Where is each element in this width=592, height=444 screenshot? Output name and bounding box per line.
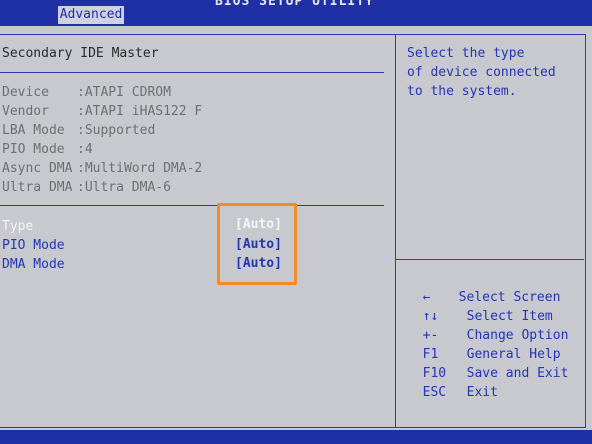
section-underline bbox=[0, 72, 384, 73]
key-action-exit: Exit bbox=[466, 385, 498, 400]
info-value-lba: :Supported bbox=[77, 123, 156, 138]
setting-pio-mode-label[interactable]: PIO Mode bbox=[2, 237, 65, 254]
key-row-exit: ESC Exit bbox=[407, 367, 498, 401]
help-line-3: to the system. bbox=[407, 84, 517, 99]
bottom-strip bbox=[0, 430, 592, 444]
info-label-pio: PIO Mode bbox=[2, 142, 65, 157]
info-label-lba: LBA Mode bbox=[2, 123, 65, 138]
info-label-async-dma: Async DMA bbox=[2, 161, 73, 176]
panel-divider bbox=[395, 34, 396, 428]
tab-advanced[interactable]: Advanced bbox=[58, 6, 124, 24]
info-label-ultra-dma: Ultra DMA bbox=[2, 180, 73, 195]
help-divider bbox=[396, 259, 584, 260]
bios-title: BIOS SETUP UTILITY bbox=[215, 0, 374, 9]
key-esc: ESC bbox=[422, 385, 447, 400]
info-value-vendor: :ATAPI iHAS122 F bbox=[77, 104, 203, 119]
setting-type-label[interactable]: Type bbox=[2, 218, 33, 235]
info-label-vendor: Vendor bbox=[2, 104, 49, 119]
setting-dma-mode-label[interactable]: DMA Mode bbox=[2, 256, 65, 273]
help-line-2: of device connected bbox=[407, 65, 556, 80]
info-label-device: Device bbox=[2, 85, 49, 100]
info-value-ultra-dma: :Ultra DMA-6 bbox=[77, 180, 171, 195]
section-title: Secondary IDE Master bbox=[2, 46, 159, 61]
highlight-box bbox=[217, 203, 297, 285]
info-value-device: :ATAPI CDROM bbox=[77, 85, 171, 100]
settings-divider bbox=[0, 205, 384, 206]
info-value-async-dma: :MultiWord DMA-2 bbox=[77, 161, 203, 176]
info-value-pio: :4 bbox=[77, 142, 93, 157]
top-bar: BIOS SETUP UTILITY Advanced bbox=[0, 0, 592, 26]
help-line-1: Select the type bbox=[407, 46, 525, 61]
